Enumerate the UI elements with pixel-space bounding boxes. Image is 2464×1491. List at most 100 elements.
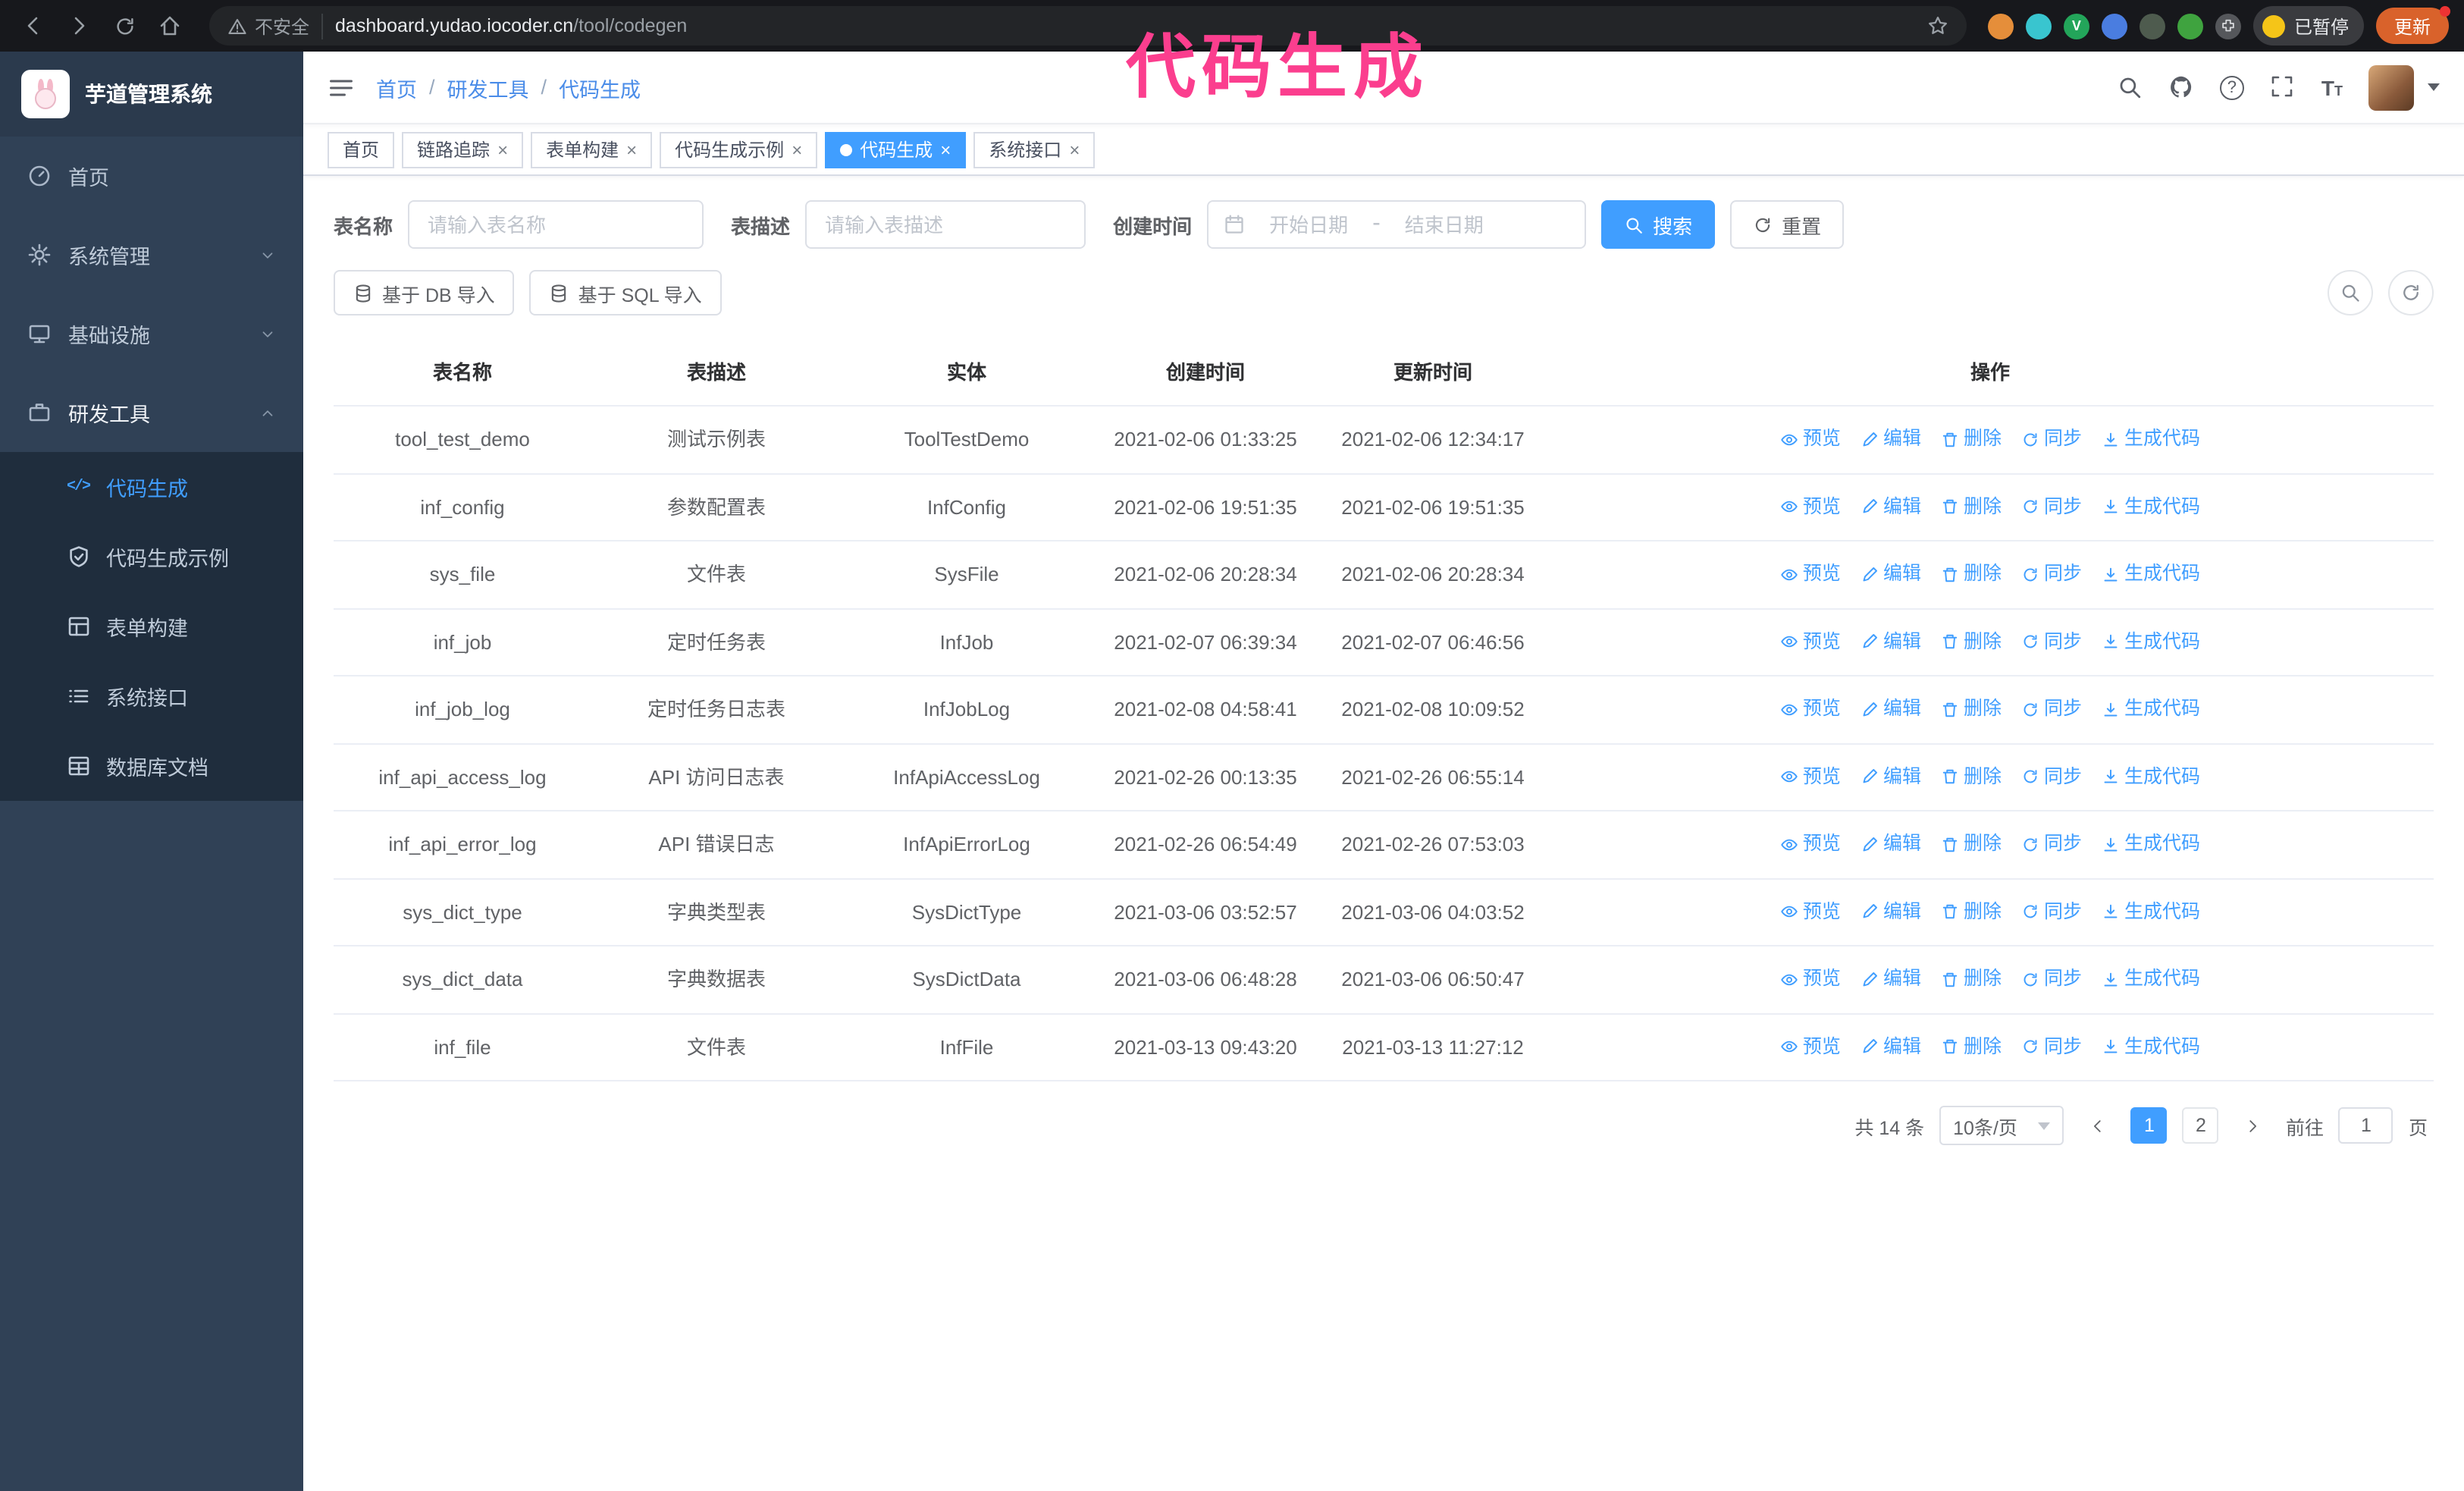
sync-link[interactable]: 同步	[2021, 965, 2082, 994]
delete-link[interactable]: 删除	[1941, 830, 2002, 859]
sync-link[interactable]: 同步	[2021, 830, 2082, 859]
generate-code-link[interactable]: 生成代码	[2102, 425, 2200, 454]
font-size-icon[interactable]: TT	[2321, 77, 2343, 98]
sync-link[interactable]: 同步	[2021, 763, 2082, 792]
date-range-picker[interactable]: -	[1207, 200, 1587, 249]
reload-icon[interactable]	[106, 8, 143, 44]
github-icon[interactable]	[2168, 74, 2194, 100]
import-db-button[interactable]: 基于 DB 导入	[334, 270, 515, 315]
table-name-input[interactable]	[408, 200, 704, 249]
page-button-2[interactable]: 2	[2182, 1107, 2219, 1144]
home-icon[interactable]	[152, 8, 188, 44]
sidebar-item-api[interactable]: 系统接口	[0, 661, 303, 731]
breadcrumb-home[interactable]: 首页	[376, 72, 417, 102]
preview-link[interactable]: 预览	[1780, 763, 1841, 792]
sidebar-item-devtools[interactable]: 研发工具	[0, 373, 303, 452]
extensions-puzzle-icon[interactable]	[2215, 13, 2241, 39]
sidebar-item-system[interactable]: 系统管理	[0, 215, 303, 294]
generate-code-link[interactable]: 生成代码	[2102, 1033, 2200, 1062]
delete-link[interactable]: 删除	[1941, 628, 2002, 657]
preview-link[interactable]: 预览	[1780, 898, 1841, 927]
preview-link[interactable]: 预览	[1780, 1033, 1841, 1062]
sidebar-item-codegen-example[interactable]: 代码生成示例	[0, 522, 303, 592]
extension-icon[interactable]	[1987, 13, 2014, 39]
generate-code-link[interactable]: 生成代码	[2102, 560, 2200, 589]
refresh-table-button[interactable]	[2388, 270, 2434, 315]
sync-link[interactable]: 同步	[2021, 898, 2082, 927]
delete-link[interactable]: 删除	[1941, 493, 2002, 522]
preview-link[interactable]: 预览	[1780, 830, 1841, 859]
edit-link[interactable]: 编辑	[1861, 763, 1921, 792]
extension-icon[interactable]	[2101, 13, 2127, 39]
sidebar-item-db-doc[interactable]: 数据库文档	[0, 731, 303, 801]
generate-code-link[interactable]: 生成代码	[2102, 493, 2200, 522]
edit-link[interactable]: 编辑	[1861, 560, 1921, 589]
preview-link[interactable]: 预览	[1780, 695, 1841, 724]
sync-link[interactable]: 同步	[2021, 1033, 2082, 1062]
toggle-search-button[interactable]	[2328, 270, 2373, 315]
start-date-input[interactable]	[1254, 213, 1364, 236]
tab-codegen-example[interactable]: 代码生成示例 ×	[660, 131, 818, 168]
preview-link[interactable]: 预览	[1780, 493, 1841, 522]
app-logo[interactable]: 芋道管理系统	[0, 52, 303, 137]
preview-link[interactable]: 预览	[1780, 560, 1841, 589]
page-size-select[interactable]: 10条/页	[1939, 1106, 2064, 1145]
edit-link[interactable]: 编辑	[1861, 628, 1921, 657]
close-icon[interactable]: ×	[1069, 140, 1080, 159]
avatar-caret-icon[interactable]	[2428, 83, 2440, 91]
import-sql-button[interactable]: 基于 SQL 导入	[529, 270, 722, 315]
next-page-button[interactable]	[2234, 1107, 2271, 1144]
edit-link[interactable]: 编辑	[1861, 493, 1921, 522]
generate-code-link[interactable]: 生成代码	[2102, 763, 2200, 792]
edit-link[interactable]: 编辑	[1861, 425, 1921, 454]
sync-link[interactable]: 同步	[2021, 695, 2082, 724]
delete-link[interactable]: 删除	[1941, 1033, 2002, 1062]
search-button[interactable]: 搜索	[1601, 200, 1716, 249]
generate-code-link[interactable]: 生成代码	[2102, 628, 2200, 657]
edit-link[interactable]: 编辑	[1861, 898, 1921, 927]
tab-api[interactable]: 系统接口 ×	[973, 131, 1096, 168]
close-icon[interactable]: ×	[940, 140, 951, 159]
forward-icon[interactable]	[61, 8, 97, 44]
close-icon[interactable]: ×	[626, 140, 637, 159]
tab-codegen[interactable]: 代码生成 ×	[825, 131, 967, 168]
bookmark-star-icon[interactable]	[1927, 15, 1948, 36]
preview-link[interactable]: 预览	[1780, 965, 1841, 994]
security-status[interactable]: 不安全	[227, 13, 324, 39]
goto-page-input[interactable]	[2338, 1107, 2393, 1144]
edit-link[interactable]: 编辑	[1861, 965, 1921, 994]
sync-link[interactable]: 同步	[2021, 493, 2082, 522]
generate-code-link[interactable]: 生成代码	[2102, 695, 2200, 724]
sidebar-item-form-builder[interactable]: 表单构建	[0, 592, 303, 661]
extension-icon[interactable]	[2025, 13, 2052, 39]
table-desc-input[interactable]	[805, 200, 1086, 249]
page-button-1[interactable]: 1	[2130, 1107, 2168, 1144]
sync-link[interactable]: 同步	[2021, 425, 2082, 454]
extension-icon[interactable]	[2139, 13, 2165, 39]
generate-code-link[interactable]: 生成代码	[2102, 830, 2200, 859]
reset-button[interactable]: 重置	[1730, 200, 1845, 249]
edit-link[interactable]: 编辑	[1861, 695, 1921, 724]
avatar[interactable]	[2368, 64, 2414, 110]
generate-code-link[interactable]: 生成代码	[2102, 965, 2200, 994]
delete-link[interactable]: 删除	[1941, 695, 2002, 724]
sidebar-item-infra[interactable]: 基础设施	[0, 294, 303, 373]
tab-trace[interactable]: 链路追踪 ×	[402, 131, 524, 168]
fullscreen-icon[interactable]	[2270, 74, 2296, 100]
browser-update-button[interactable]: 更新	[2375, 6, 2451, 44]
end-date-input[interactable]	[1389, 213, 1499, 236]
sync-link[interactable]: 同步	[2021, 628, 2082, 657]
address-bar[interactable]: 不安全 dashboard.yudao.iocoder.cn/tool/code…	[209, 6, 1967, 46]
delete-link[interactable]: 删除	[1941, 763, 2002, 792]
profile-chip[interactable]: 已暂停	[2252, 6, 2364, 46]
preview-link[interactable]: 预览	[1780, 425, 1841, 454]
prev-page-button[interactable]	[2079, 1107, 2116, 1144]
delete-link[interactable]: 删除	[1941, 560, 2002, 589]
delete-link[interactable]: 删除	[1941, 425, 2002, 454]
help-icon[interactable]: ?	[2219, 75, 2244, 99]
generate-code-link[interactable]: 生成代码	[2102, 898, 2200, 927]
search-icon[interactable]	[2117, 74, 2143, 100]
sync-link[interactable]: 同步	[2021, 560, 2082, 589]
tab-form-builder[interactable]: 表单构建 ×	[531, 131, 653, 168]
hamburger-icon[interactable]	[328, 74, 355, 101]
